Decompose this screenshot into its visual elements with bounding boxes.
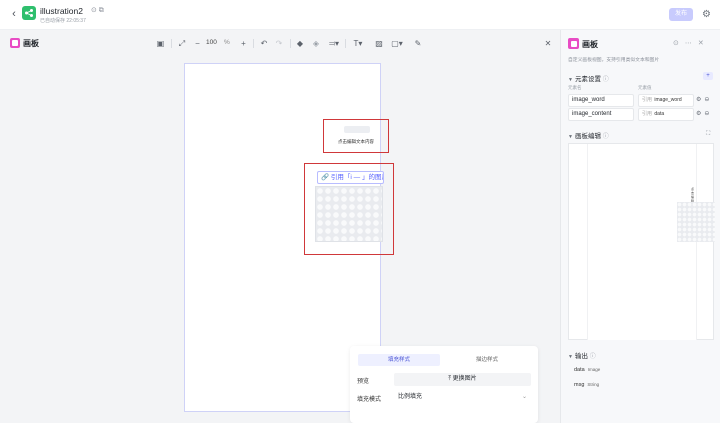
output-name: msg [574,382,585,388]
panel-description: 自定义画板视图，支持引用类似文本和图片 [568,58,660,63]
zoom-out-icon[interactable]: − [193,38,202,49]
layer-up-icon[interactable]: ◆ [295,38,305,49]
text-tool-icon[interactable]: T▾ [351,38,365,49]
value-ref: image_word [654,97,682,103]
value-prefix: 引用 [642,97,653,103]
right-panel-title: 画板 [582,40,598,49]
fill-mode-select[interactable]: 比例填充 ⌄ [394,391,531,404]
row-action-icons[interactable]: ⚙⊖ [696,110,712,117]
tab-fill-style[interactable]: 填充样式 [358,354,440,366]
fill-mode-value: 比例填充 [398,394,423,400]
layer-down-icon[interactable]: ◈ [311,38,321,49]
element-value-field[interactable]: 引用 data [638,108,694,121]
redo-icon[interactable]: ↷ [274,38,284,49]
output-type: String [587,382,600,387]
fill-style-card: 填充样式 描边样式 预览 ⤒ 更换图片 填充模式 比例填充 ⌄ [350,346,538,423]
value-prefix: 引用 [642,111,653,117]
zoom-level[interactable]: 100 [206,39,217,46]
canvas-area: 画板 ▣ ⤢ − 100 % + ↶ ↷ ◆ ◈ ⫤▾ T▾ ▨ ▢▾ ✎ ✕ … [0,30,560,423]
autosave-status: 已自动保存 22:05:37 [40,18,86,24]
expand-icon[interactable]: ⤢ [177,38,187,49]
zoom-unit: % [224,39,230,46]
element-name-field[interactable]: image_word [568,94,634,107]
workflow-app-icon [22,6,36,20]
canvas-toolbar: 画板 ▣ ⤢ − 100 % + ↶ ↷ ◆ ◈ ⫤▾ T▾ ▨ ▢▾ ✎ ✕ [0,30,560,58]
image-placeholder-pattern [315,186,383,242]
element-settings-section[interactable]: ▼ 元素设置 ⓘ [568,73,609,83]
output-type: Image [587,367,601,372]
info-icon: ⓘ [602,77,609,83]
image-tool-icon[interactable]: ▨ [374,38,384,49]
row-action-icons[interactable]: ⚙⊖ [696,96,712,103]
canvas-panel-title: 画板 [23,39,39,48]
right-panel: 画板 ⊙⋯✕ 自定义画板视图，支持引用类似文本和图片 ▼ 元素设置 ⓘ + 元素名… [560,30,720,423]
panel-header-actions[interactable]: ⊙⋯✕ [673,39,710,47]
col-element-value: 元素值 [638,85,652,90]
canvas-preview[interactable]: 点击编辑文本内容 [568,143,715,340]
col-element-name: 元素名 [568,85,582,90]
output-name: data [574,367,585,373]
project-title: illustration2 [40,6,83,16]
preview-image [677,202,715,242]
publish-button[interactable]: 发布 [669,8,693,21]
shape-tool-icon[interactable]: ▢▾ [390,38,404,49]
chevron-down-icon: ⌄ [521,394,527,400]
fullscreen-icon[interactable]: ⛶ [706,131,710,138]
collapse-icon: ▼ [568,134,573,140]
collapse-icon: ▼ [568,354,573,360]
output-item: data Image [574,367,600,373]
text-element-placeholder [344,126,370,133]
preview-artboard: 点击编辑文本内容 [587,144,715,340]
add-element-button[interactable]: + [703,72,713,80]
close-icon[interactable]: ✕ [543,38,553,49]
gear-icon[interactable]: ⚙ [701,9,712,20]
canvas-panel-icon [568,38,579,49]
canvas-edit-title: 画板编辑 [574,133,601,140]
tab-stroke-style[interactable]: 描边样式 [446,354,528,366]
element-name-field[interactable]: image_content [568,108,634,121]
image-reference-tag[interactable]: 🔗 引用「i — 」的图片 [317,171,384,184]
info-icon: ⓘ [589,354,596,360]
output-title: 输出 [574,353,588,360]
replace-image-button[interactable]: ⤒ 更换图片 [394,373,531,386]
collapse-icon: ▼ [568,77,573,83]
title-info-edit-icons[interactable]: ⊙ ⧉ [91,6,104,15]
output-item: msg String [574,382,599,388]
text-element-label: 点击编辑文本内容 [338,139,374,144]
top-bar: ‹ illustration2 ⊙ ⧉ 已自动保存 22:05:37 发布 ⚙ [0,0,720,30]
pen-tool-icon[interactable]: ✎ [413,38,423,49]
text-element-selected[interactable]: 点击编辑文本内容 [323,119,389,153]
align-icon[interactable]: ⫤▾ [327,38,341,49]
value-ref: data [654,111,665,117]
undo-icon[interactable]: ↶ [259,38,269,49]
canvas-edit-section[interactable]: ▼ 画板编辑 ⓘ [568,130,609,140]
zoom-in-icon[interactable]: + [239,38,248,49]
element-value-field[interactable]: 引用 image_word [638,94,694,107]
preview-label: 预览 [357,379,370,385]
fit-screen-icon[interactable]: ▣ [155,38,166,49]
info-icon: ⓘ [602,134,609,140]
fill-mode-label: 填充模式 [357,397,382,403]
element-settings-title: 元素设置 [574,76,601,83]
image-element-selected[interactable]: 🔗 引用「i — 」的图片 [304,163,394,255]
output-section[interactable]: ▼ 输出 ⓘ [568,350,596,360]
back-chevron-icon[interactable]: ‹ [8,8,20,20]
canvas-panel-icon [10,38,20,48]
